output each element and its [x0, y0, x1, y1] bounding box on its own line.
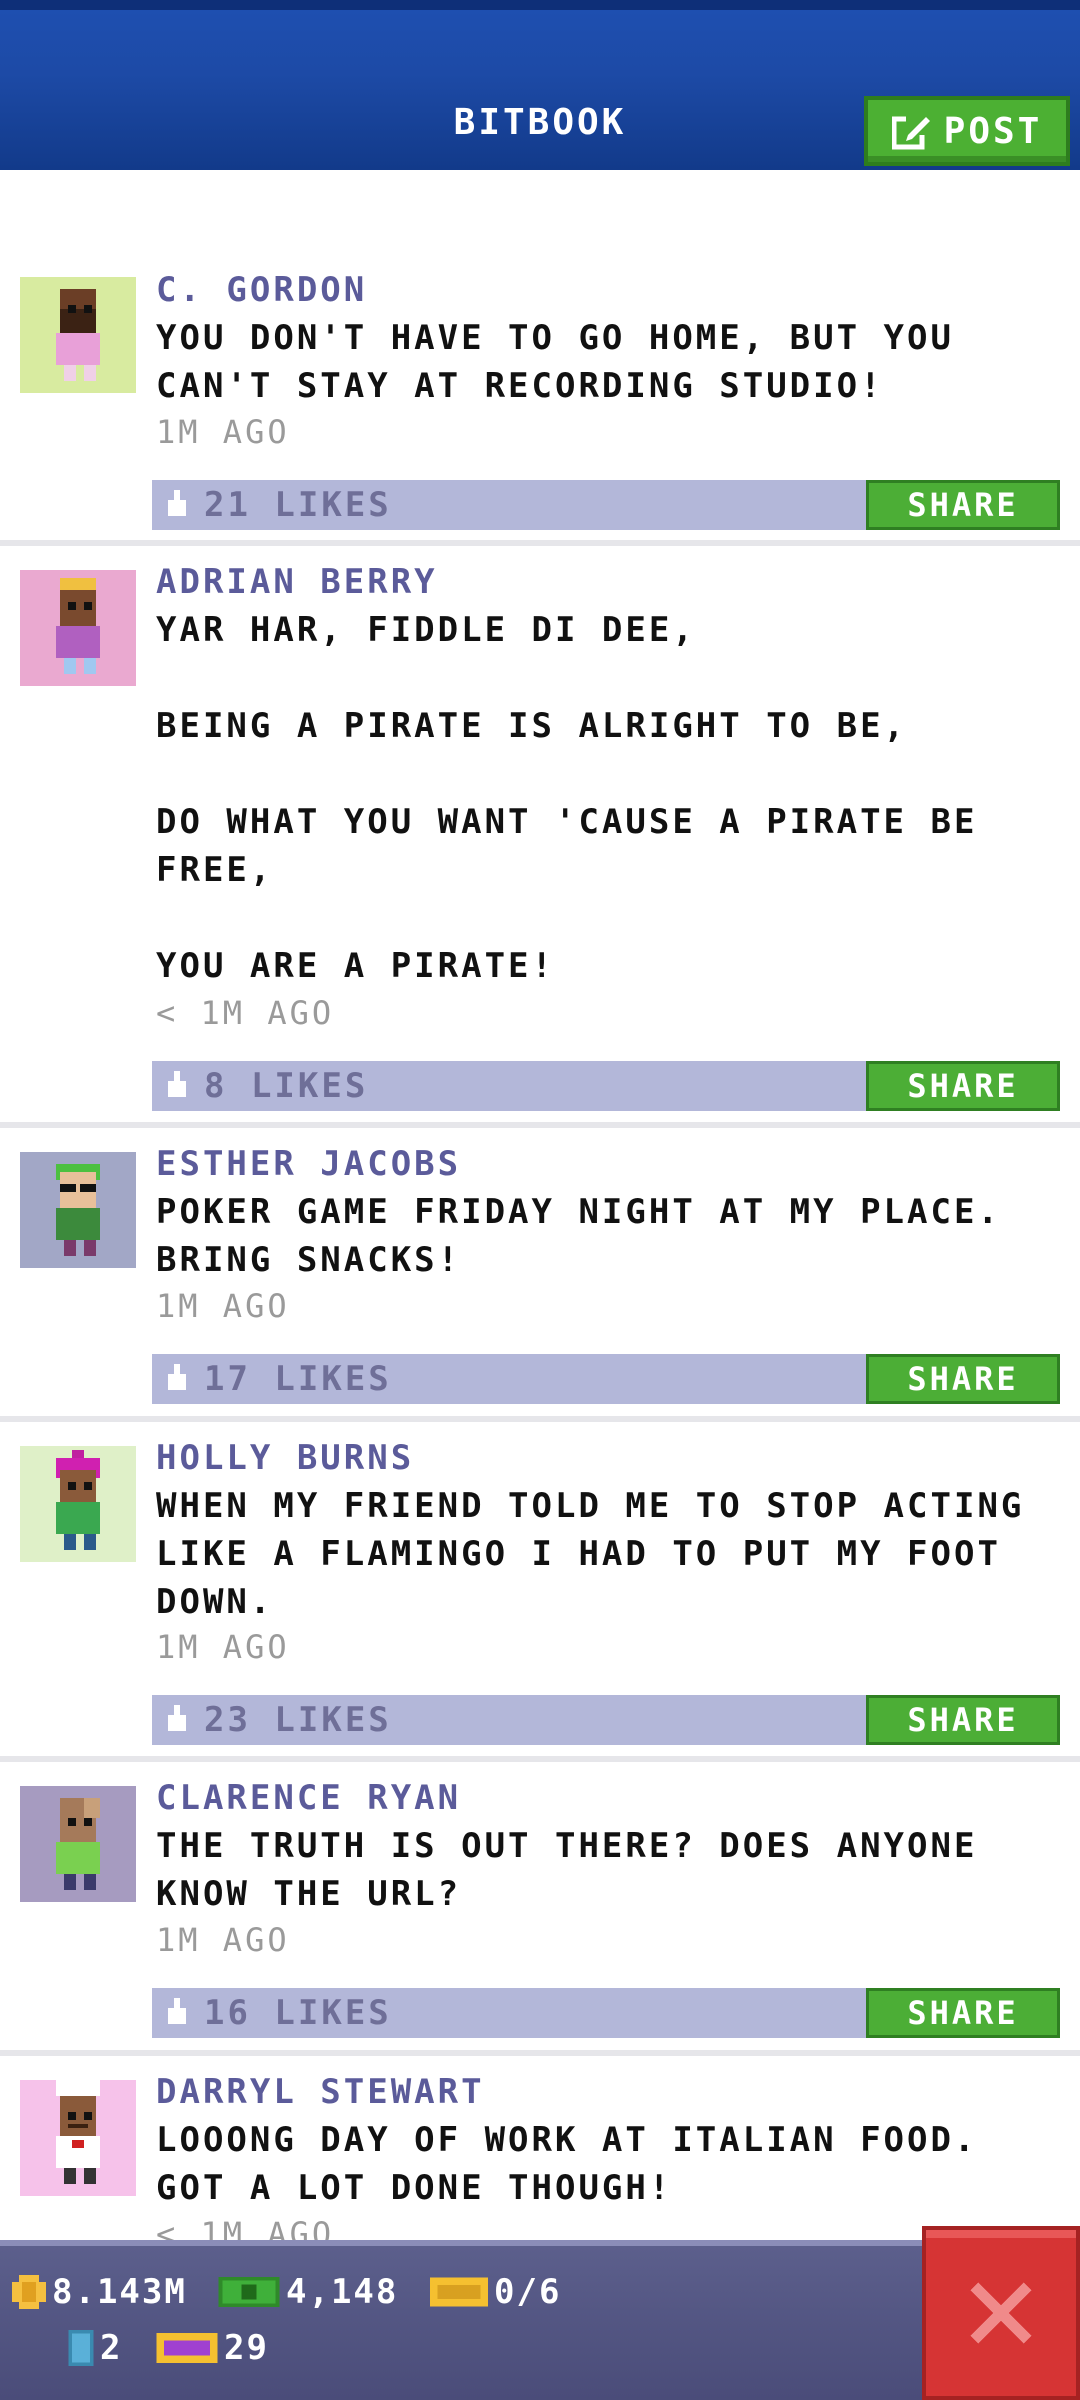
bux-stat: 4,148: [218, 2272, 398, 2312]
likes-count: 16 LIKES: [204, 1993, 392, 2033]
character-icon: [56, 1798, 100, 1890]
post-author[interactable]: HOLLY BURNS: [156, 1438, 414, 1478]
share-button[interactable]: SHARE: [866, 480, 1060, 530]
top-bar: BITBOOK POST: [0, 0, 1080, 170]
likes-count: 23 LIKES: [204, 1700, 392, 1740]
divider: [0, 1122, 1080, 1128]
coins-value: 8.143M: [52, 2272, 187, 2312]
post-message: YAR HAR, FIDDLE DI DEE, BEING A PIRATE I…: [156, 610, 978, 986]
divider: [0, 540, 1080, 546]
share-button[interactable]: SHARE: [866, 1988, 1060, 2038]
character-icon: [56, 1450, 100, 1550]
post-author[interactable]: C. GORDON: [156, 270, 367, 310]
post-message: THE TRUTH IS OUT THERE? DOES ANYONE KNOW…: [156, 1826, 1001, 1914]
vip-value: 29: [224, 2328, 269, 2368]
divider: [0, 2050, 1080, 2056]
share-button[interactable]: SHARE: [866, 1354, 1060, 1404]
divider: [0, 1756, 1080, 1762]
compose-icon: [891, 115, 930, 150]
close-icon: [970, 2282, 1032, 2344]
thumbs-up-icon: [168, 1705, 186, 1731]
post-message: LOOONG DAY OF WORK AT ITALIAN FOOD. GOT …: [156, 2120, 1001, 2208]
post-message: WHEN MY FRIEND TOLD ME TO STOP ACTING LI…: [156, 1486, 1048, 1622]
post-time: 1M AGO: [156, 1628, 290, 1666]
elevator-value: 2: [100, 2328, 123, 2368]
post-message: YOU DON'T HAVE TO GO HOME, BUT YOU CAN'T…: [156, 318, 978, 406]
post-time: 1M AGO: [156, 413, 290, 451]
avatar[interactable]: [20, 1446, 136, 1562]
character-icon: [56, 2080, 100, 2184]
post-button-label: POST: [943, 110, 1043, 152]
avatar[interactable]: [20, 1786, 136, 1902]
post-author[interactable]: DARRYL STEWART: [156, 2072, 485, 2112]
post-author[interactable]: ADRIAN BERRY: [156, 562, 438, 602]
post-author[interactable]: ESTHER JACOBS: [156, 1144, 461, 1184]
avatar[interactable]: [20, 1152, 136, 1268]
character-icon: [56, 289, 100, 381]
close-button[interactable]: [922, 2226, 1080, 2400]
character-icon: [56, 1164, 100, 1256]
thumbs-up-icon: [168, 490, 186, 516]
vip-ticket-icon: [156, 2332, 218, 2364]
likes-count: 8 LIKES: [204, 1066, 369, 1106]
post-author[interactable]: CLARENCE RYAN: [156, 1778, 461, 1818]
coins-stat: 8.143M: [12, 2272, 187, 2312]
news-feed[interactable]: C. GORDON YOU DON'T HAVE TO GO HOME, BUT…: [0, 170, 1080, 2240]
likes-count: 17 LIKES: [204, 1359, 392, 1399]
divider: [0, 1416, 1080, 1422]
avatar[interactable]: [20, 570, 136, 686]
likes-count: 21 LIKES: [204, 485, 392, 525]
share-button[interactable]: SHARE: [866, 1695, 1060, 1745]
post-time: < 1M AGO: [156, 2215, 335, 2240]
bux-icon: [218, 2276, 280, 2308]
vip-stat: 29: [156, 2328, 269, 2368]
tickets-value: 0/6: [494, 2272, 562, 2312]
bux-value: 4,148: [286, 2272, 399, 2312]
avatar[interactable]: [20, 2080, 136, 2196]
post-button[interactable]: POST: [864, 96, 1070, 166]
post-message: POKER GAME FRIDAY NIGHT AT MY PLACE. BRI…: [156, 1192, 1025, 1280]
bottom-status-bar: 8.143M 4,148 0/6 2 29: [0, 2240, 1080, 2400]
character-icon: [56, 578, 100, 674]
coin-icon: [12, 2275, 46, 2309]
post-time: < 1M AGO: [156, 994, 335, 1032]
share-button[interactable]: SHARE: [866, 1061, 1060, 1111]
thumbs-up-icon: [168, 1364, 186, 1390]
ticket-icon: [430, 2277, 488, 2307]
post-time: 1M AGO: [156, 1921, 290, 1959]
tickets-stat: 0/6: [430, 2272, 561, 2312]
elevator-icon: [68, 2330, 94, 2366]
thumbs-up-icon: [168, 1071, 186, 1097]
avatar[interactable]: [20, 277, 136, 393]
thumbs-up-icon: [168, 1998, 186, 2024]
post-time: 1M AGO: [156, 1287, 290, 1325]
elevator-stat: 2: [68, 2328, 122, 2368]
